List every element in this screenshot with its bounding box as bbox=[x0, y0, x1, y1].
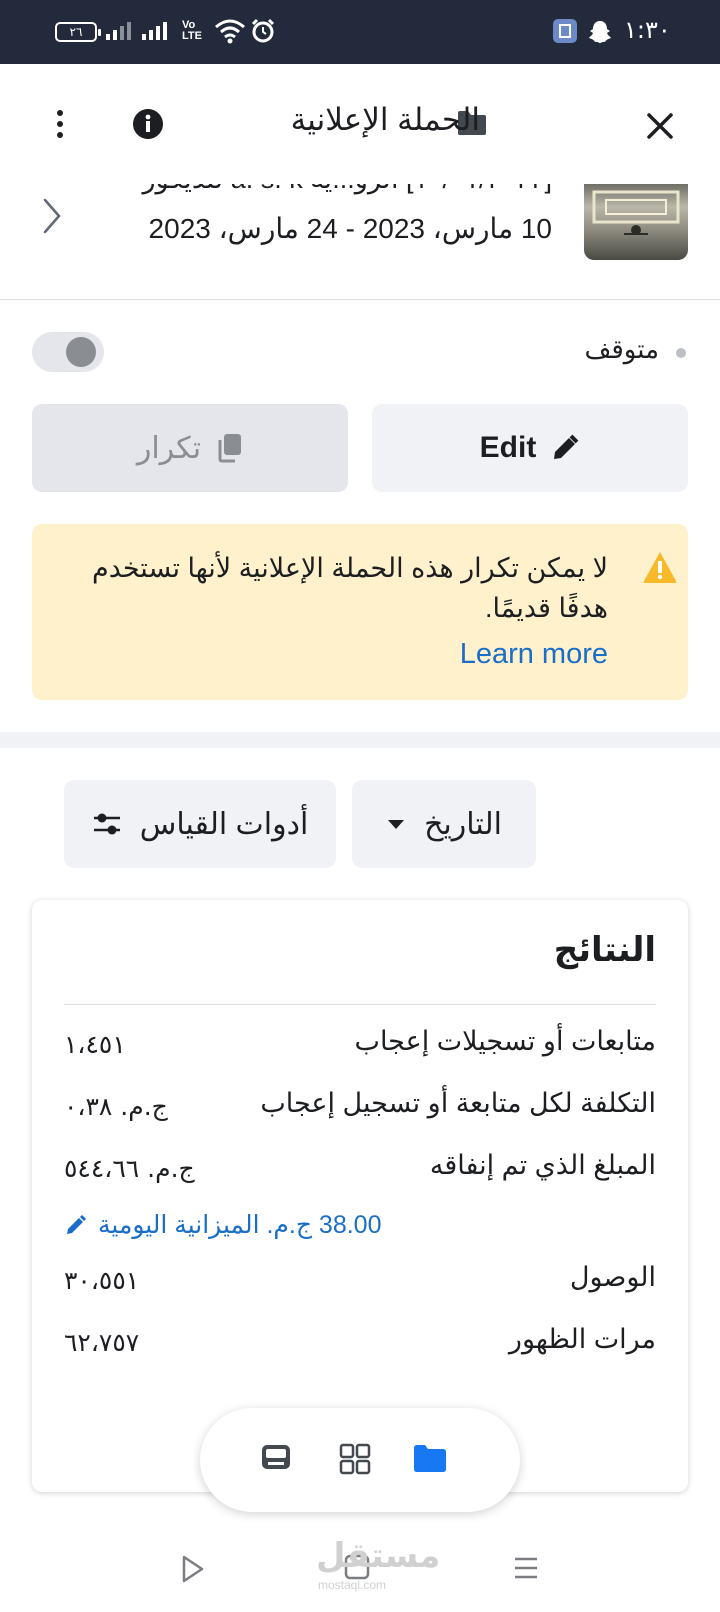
duplicate-button[interactable]: تكرار bbox=[32, 404, 348, 492]
results-separator bbox=[64, 1004, 656, 1005]
campaign-toggle[interactable] bbox=[32, 332, 104, 372]
section-divider bbox=[0, 732, 720, 748]
metric-label-cost-per-follow: التكلفة لكل متابعة أو تسجيل إعجاب bbox=[260, 1088, 656, 1118]
wifi-icon bbox=[215, 19, 245, 44]
watermark-url: mostaql.com bbox=[318, 1578, 387, 1592]
metric-label-amount-spent: المبلغ الذي تم إنفاقه bbox=[429, 1150, 656, 1180]
sliders-icon bbox=[93, 813, 120, 835]
edit-button[interactable]: Edit bbox=[372, 404, 688, 492]
metric-value-impressions: ٦٢،٧٥٧ bbox=[64, 1328, 140, 1357]
measurement-tools-button[interactable]: أدوات القياس bbox=[64, 780, 336, 868]
status-dot bbox=[676, 348, 686, 358]
battery-icon: ٢٦ bbox=[55, 22, 101, 42]
page-title: الحملة الإعلانية bbox=[290, 102, 480, 137]
grid-icon[interactable] bbox=[338, 1442, 372, 1476]
back-icon[interactable] bbox=[180, 1554, 206, 1584]
metric-value-reach: ٣٠،٥٥١ bbox=[64, 1266, 140, 1295]
volte-icon: Vo LTE bbox=[182, 19, 202, 42]
measurement-tools-label: أدوات القياس bbox=[139, 807, 309, 841]
folder-nav-icon[interactable] bbox=[412, 1442, 448, 1474]
more-options-icon[interactable] bbox=[50, 108, 70, 140]
metric-value-amount-spent: ج.م. ٥٤٤،٦٦ bbox=[64, 1154, 195, 1183]
chevron-right-icon[interactable] bbox=[40, 196, 64, 236]
warning-icon bbox=[643, 552, 677, 583]
daily-budget-text: 38.00 ج.م. الميزانية اليومية bbox=[98, 1211, 382, 1239]
pencil-icon bbox=[554, 434, 579, 459]
edit-button-label: Edit bbox=[479, 431, 537, 464]
toggle-knob bbox=[66, 337, 96, 367]
date-filter-button[interactable]: التاريخ bbox=[352, 780, 536, 868]
info-icon[interactable] bbox=[132, 108, 164, 140]
ads-manager-icon[interactable] bbox=[260, 1442, 292, 1474]
close-icon[interactable] bbox=[640, 106, 680, 146]
floating-nav-bar bbox=[200, 1408, 520, 1512]
status-bar: ٢٦ Vo LTE ١:٣٠ bbox=[0, 0, 720, 64]
signal-icon bbox=[106, 22, 131, 40]
campaign-row[interactable]: [١٠/٠١/٢٠٢٣] الرو...ية a. s. k للديكور 1… bbox=[0, 184, 720, 300]
daily-budget-link[interactable]: 38.00 ج.م. الميزانية اليومية bbox=[64, 1210, 381, 1240]
clock: ١:٣٠ bbox=[624, 16, 671, 44]
warning-banner: لا يمكن تكرار هذه الحملة الإعلانية لأنها… bbox=[32, 524, 688, 700]
metric-value-follows: ١،٤٥١ bbox=[64, 1030, 126, 1059]
metric-label-reach: الوصول bbox=[569, 1262, 656, 1292]
learn-more-link[interactable]: Learn more bbox=[460, 638, 608, 671]
app-notification-icon bbox=[553, 19, 577, 43]
metric-label-follows: متابعات أو تسجيلات إعجاب bbox=[354, 1026, 656, 1056]
status-label: متوقف bbox=[584, 334, 659, 364]
watermark-logo: مستقل bbox=[316, 1537, 441, 1575]
date-filter-label: التاريخ bbox=[424, 807, 502, 841]
campaign-dates: 10 مارس، 2023 - 24 مارس، 2023 bbox=[148, 213, 552, 244]
duplicate-button-label: تكرار bbox=[136, 431, 202, 465]
signal-icon-2 bbox=[142, 22, 167, 40]
caret-down-icon bbox=[388, 820, 405, 829]
alarm-icon bbox=[251, 18, 275, 43]
metric-value-cost-per-follow: ج.م. ٠،٣٨ bbox=[64, 1092, 168, 1121]
top-app-bar: الحملة الإعلانية bbox=[0, 64, 720, 184]
results-card: النتائج متابعات أو تسجيلات إعجاب ١،٤٥١ ا… bbox=[32, 900, 688, 1492]
metric-label-impressions: مرات الظهور bbox=[508, 1324, 656, 1354]
recents-icon[interactable] bbox=[512, 1554, 540, 1582]
results-title: النتائج bbox=[553, 931, 656, 969]
snapchat-icon bbox=[589, 21, 611, 43]
campaign-name: [١٠/٠١/٢٠٢٣] الرو...ية a. s. k للديكور bbox=[142, 184, 552, 195]
copy-icon bbox=[218, 434, 242, 463]
campaign-thumbnail bbox=[584, 184, 688, 260]
warning-text: لا يمكن تكرار هذه الحملة الإعلانية لأنها… bbox=[91, 553, 608, 623]
edit-budget-icon bbox=[67, 1214, 87, 1234]
